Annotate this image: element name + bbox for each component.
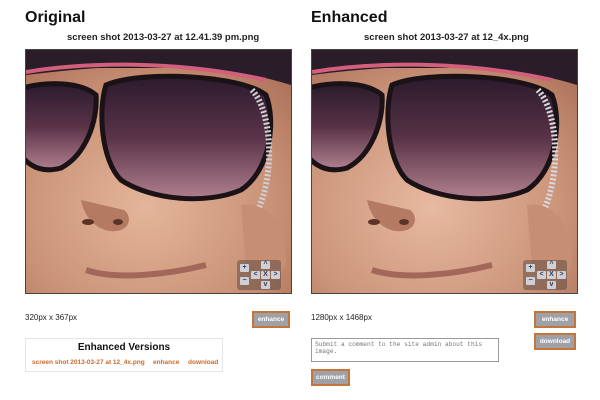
original-photo [26, 50, 291, 293]
enhanced-heading: Enhanced [311, 9, 388, 26]
original-dimensions: 320px x 367px [25, 313, 78, 322]
zoom-out-icon[interactable]: − [526, 277, 535, 285]
version-file-link[interactable]: screen shot 2013-03-27 at 12_4x.png [32, 359, 145, 366]
download-button[interactable]: download [534, 333, 576, 350]
original-zoom-controls: + − ^ < X > v [237, 260, 281, 290]
comment-field[interactable] [311, 338, 499, 362]
reset-icon[interactable]: X [261, 271, 270, 279]
enhanced-zoom-controls: + − ^ < X > v [523, 260, 567, 290]
pan-right-icon[interactable]: > [271, 271, 280, 279]
enhanced-versions-title: Enhanced Versions [77, 342, 171, 353]
original-heading: Original [25, 9, 86, 26]
pan-down-icon[interactable]: v [261, 281, 270, 289]
zoom-in-icon[interactable]: + [240, 264, 249, 272]
original-enhance-button[interactable]: enhance [252, 311, 290, 328]
zoom-in-icon[interactable]: + [526, 264, 535, 272]
pan-down-icon[interactable]: v [547, 281, 556, 289]
original-filename: screen shot 2013-03-27 at 12.41.39 pm.pn… [67, 32, 260, 43]
pan-right-icon[interactable]: > [557, 271, 566, 279]
comment-button[interactable]: comment [311, 369, 350, 386]
enhanced-enhance-button[interactable]: enhance [534, 311, 576, 328]
zoom-out-icon[interactable]: − [240, 277, 249, 285]
pan-left-icon[interactable]: < [537, 271, 546, 279]
enhanced-filename: screen shot 2013-03-27 at 12_4x.png [364, 32, 529, 43]
original-image[interactable]: + − ^ < X > v [25, 49, 292, 294]
enhanced-photo [312, 50, 577, 293]
enhanced-versions-box: Enhanced Versions screen shot 2013-03-27… [25, 338, 223, 372]
enhanced-image[interactable]: + − ^ < X > v [311, 49, 578, 294]
reset-icon[interactable]: X [547, 271, 556, 279]
version-enhance-link[interactable]: enhance [153, 359, 179, 366]
version-download-link[interactable]: download [188, 359, 218, 366]
enhanced-dimensions: 1280px x 1468px [311, 313, 372, 322]
pan-left-icon[interactable]: < [251, 271, 260, 279]
pan-up-icon[interactable]: ^ [547, 261, 556, 269]
pan-up-icon[interactable]: ^ [261, 261, 270, 269]
